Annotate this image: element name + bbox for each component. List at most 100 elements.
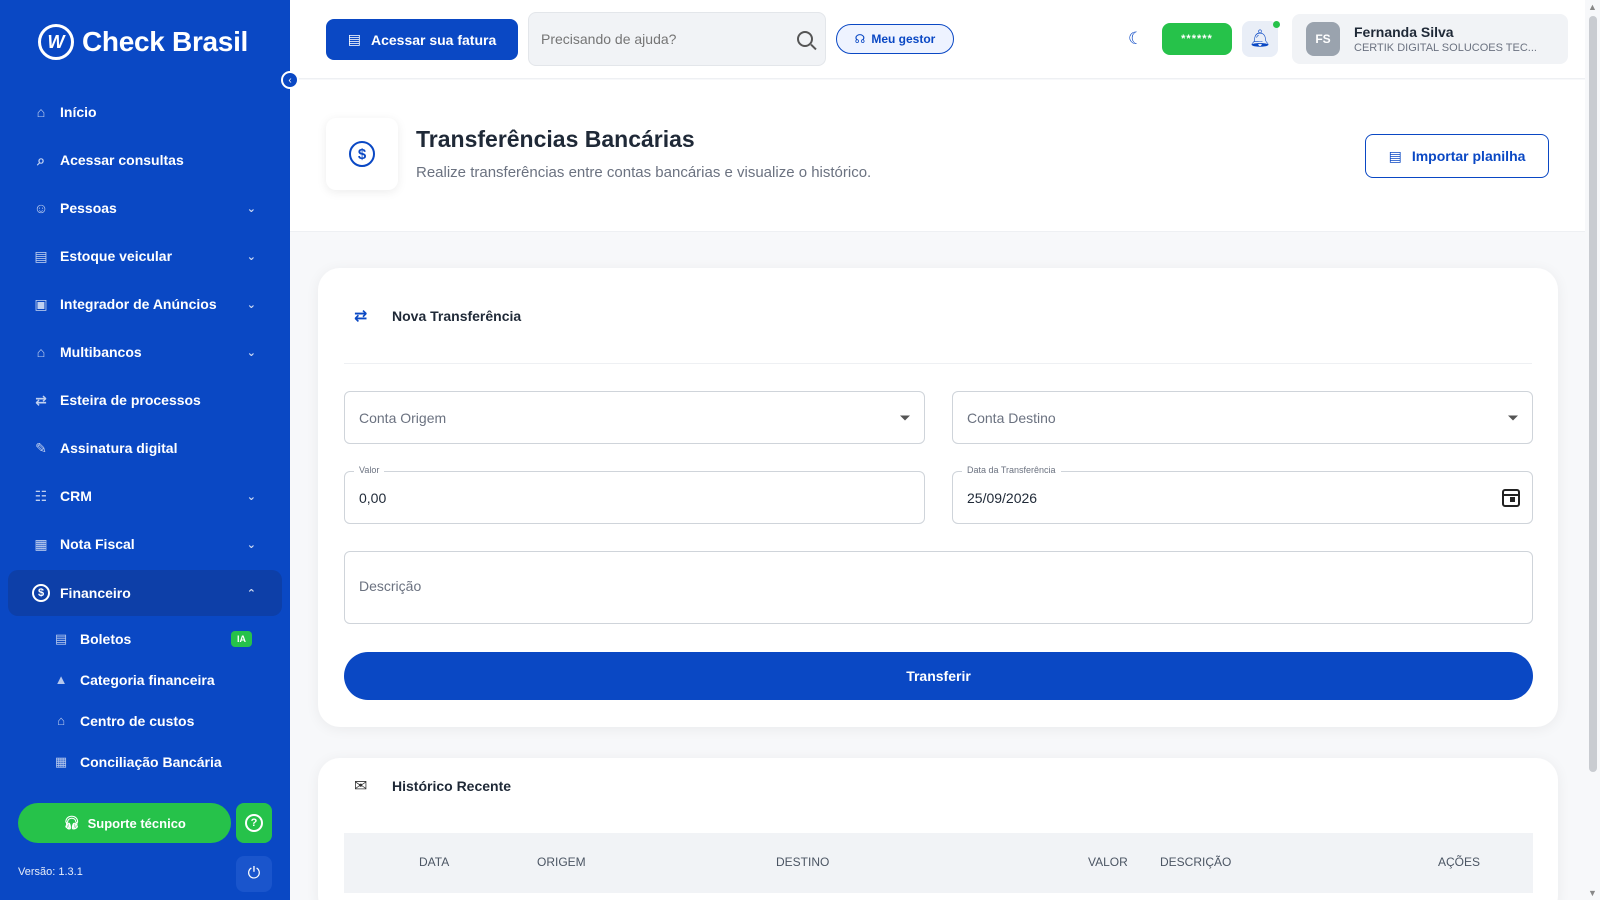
signature-icon: ✎ [35, 439, 47, 456]
topbar: ▤ Acessar sua fatura ☊ Meu gestor ☾ ****… [290, 0, 1585, 79]
transfer-button[interactable]: Transferir [344, 652, 1533, 700]
notifications-button[interactable]: 🔔︎ [1242, 21, 1280, 57]
logout-button[interactable]: ⏻ [236, 856, 272, 892]
page-subtitle: Realize transferências entre contas banc… [416, 164, 872, 181]
sidebar-item-label: Acessar consultas [60, 152, 184, 168]
help-button[interactable]: ? [236, 803, 272, 843]
category-icon: ▲ [54, 672, 68, 687]
help-search-input[interactable] [541, 31, 797, 47]
invoice-icon: ▦ [34, 535, 48, 552]
new-transfer-heading: ⇄ Nova Transferência [354, 306, 521, 326]
column-header-valor[interactable]: VALOR [1088, 855, 1128, 869]
gestor-button[interactable]: ☊ Meu gestor [836, 24, 954, 54]
new-transfer-title: Nova Transferência [392, 308, 522, 324]
conta-destino-placeholder: Conta Destino [967, 409, 1056, 426]
sidebar-item-nota-fiscal[interactable]: ▦ Nota Fiscal ⌄ [0, 520, 290, 568]
sidebar-collapse-button[interactable]: ‹ [281, 71, 299, 89]
scroll-down-arrow-icon[interactable]: ▼ [1588, 888, 1597, 898]
home-icon: ⌂ [36, 104, 46, 120]
sidebar-item-esteira[interactable]: ⇄ Esteira de processos [0, 376, 290, 424]
sidebar-item-label: Assinatura digital [60, 440, 178, 456]
chevron-down-icon: ⌄ [246, 250, 256, 263]
car-icon: ▤ [34, 247, 48, 264]
scroll-up-arrow-icon[interactable]: ▲ [1588, 2, 1597, 12]
chevron-down-icon: ⌄ [246, 538, 256, 551]
power-icon: ⏻ [247, 865, 261, 882]
sidebar-subitem-conciliacao[interactable]: ▦ Conciliação Bancária [0, 741, 290, 782]
document-icon: ▤ [347, 31, 361, 47]
column-header-origem[interactable]: ORIGEM [537, 855, 586, 869]
history-title: Histórico Recente [392, 778, 512, 794]
conta-origem-select[interactable]: Conta Origem [344, 391, 925, 444]
sidebar-item-assinatura[interactable]: ✎ Assinatura digital [0, 424, 290, 472]
sidebar-subitem-label: Centro de custos [80, 712, 195, 729]
valor-value: 0,00 [359, 489, 387, 506]
column-header-acoes: AÇÕES [1438, 855, 1481, 869]
support-label: Suporte técnico [87, 815, 186, 831]
bank-icon: ⌂ [36, 344, 46, 360]
boleto-icon: ▤ [54, 630, 68, 646]
sidebar-subitem-centro-custos[interactable]: ⌂ Centro de custos [0, 700, 290, 741]
sidebar-item-label: CRM [60, 488, 92, 504]
sidebar-item-label: Nota Fiscal [60, 536, 135, 552]
data-label: Data da Transferência [962, 465, 1061, 475]
sidebar-item-consultas[interactable]: ⌕ Acessar consultas [0, 136, 290, 184]
reconcile-icon: ▦ [54, 753, 68, 769]
sidebar-subitem-boletos[interactable]: ▤ Boletos IA [0, 618, 290, 659]
support-button[interactable]: 🎧︎ Suporte técnico [18, 803, 231, 843]
descricao-placeholder: Descrição [359, 578, 422, 594]
user-menu[interactable]: FS Fernanda Silva CERTIK DIGITAL SOLUCOE… [1292, 14, 1568, 64]
swap-arrows-icon: ⇄ [354, 308, 368, 325]
sidebar-subitem-label: Boletos [80, 630, 132, 647]
notification-dot [1273, 21, 1280, 28]
sidebar-item-integrador[interactable]: ▣ Integrador de Anúncios ⌄ [0, 280, 290, 328]
headset-icon: 🎧︎ [63, 815, 80, 830]
file-icon: ▤ [1388, 147, 1402, 164]
search-icon: ⌕ [37, 151, 45, 168]
search-icon[interactable] [797, 31, 813, 47]
column-header-destino[interactable]: DESTINO [776, 855, 829, 869]
column-header-descricao[interactable]: DESCRIÇÃO [1160, 855, 1231, 869]
sidebar-item-label: Início [60, 104, 97, 120]
balance-toggle[interactable]: ****** [1162, 23, 1232, 55]
valor-label: Valor [354, 465, 385, 475]
sidebar-item-inicio[interactable]: ⌂ Início [0, 88, 290, 136]
chevron-down-icon: ⌄ [246, 346, 256, 359]
sidebar-item-label: Multibancos [60, 344, 142, 360]
invoice-button[interactable]: ▤ Acessar sua fatura [326, 19, 518, 60]
sidebar-item-crm[interactable]: ☷ CRM ⌄ [0, 472, 290, 520]
sidebar-item-pessoas[interactable]: ☺ Pessoas ⌄ [0, 184, 290, 232]
brand-mark-icon: W [38, 24, 74, 60]
history-table-header: DATA ORIGEM DESTINO VALOR DESCRIÇÃO AÇÕE… [344, 833, 1533, 893]
sidebar-item-label: Pessoas [60, 200, 117, 216]
divider [344, 363, 1532, 364]
chevron-up-icon: ⌃ [246, 587, 256, 600]
conta-origem-placeholder: Conta Origem [359, 409, 447, 426]
valor-field[interactable]: Valor 0,00 [344, 465, 925, 524]
column-header-data[interactable]: DATA [419, 855, 449, 869]
page-scrollbar[interactable]: ▲ ▼ [1585, 0, 1600, 900]
user-name: Fernanda Silva [1354, 24, 1454, 40]
history-heading: ✉ Histórico Recente [354, 776, 511, 796]
conta-destino-select[interactable]: Conta Destino [952, 391, 1533, 444]
sidebar-subitem-categoria[interactable]: ▲ Categoria financeira [0, 659, 290, 700]
help-icon: ? [245, 814, 263, 832]
new-transfer-card: ⇄ Nova Transferência Conta Origem Conta … [318, 268, 1558, 727]
brand-logo[interactable]: W Check Brasil [38, 24, 248, 60]
sidebar-item-label: Integrador de Anúncios [60, 296, 217, 312]
sidebar-item-financeiro[interactable]: $ Financeiro ⌃ [8, 570, 282, 616]
data-transferencia-field[interactable]: Data da Transferência 25/09/2026 [952, 465, 1533, 524]
finance-icon: $ [32, 584, 50, 602]
import-label: Importar planilha [1411, 148, 1526, 164]
sidebar-item-multibancos[interactable]: ⌂ Multibancos ⌄ [0, 328, 290, 376]
scroll-thumb[interactable] [1589, 16, 1597, 772]
brand-name: Check Brasil [82, 26, 249, 57]
sidebar-item-estoque[interactable]: ▤ Estoque veicular ⌄ [0, 232, 290, 280]
import-spreadsheet-button[interactable]: ▤ Importar planilha [1365, 134, 1549, 178]
dark-mode-toggle-icon[interactable]: ☾ [1128, 30, 1146, 48]
calendar-icon[interactable] [1502, 488, 1520, 507]
ads-icon: ▣ [34, 295, 48, 312]
descricao-field[interactable]: Descrição [344, 551, 1533, 624]
help-search[interactable] [528, 12, 826, 66]
people-icon: ☺ [33, 200, 49, 216]
